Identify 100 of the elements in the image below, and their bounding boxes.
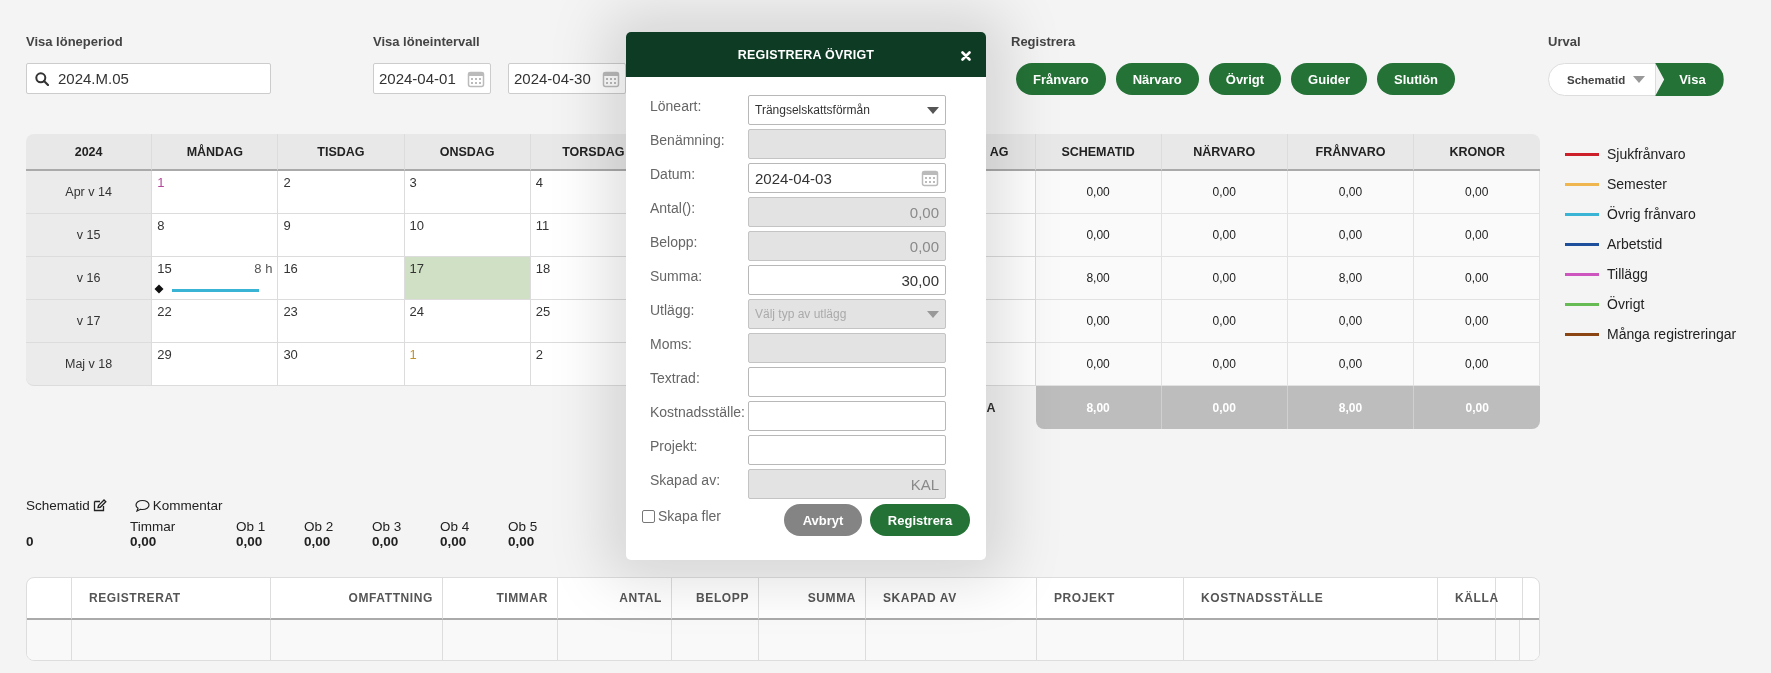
day-cell[interactable]: 15 8 h [152,257,279,300]
column-header: NÄRVARO [1161,134,1288,171]
table-cell: 0,00 [1287,214,1415,257]
week-label: Maj v 18 [26,343,153,386]
stat-label: Ob 3 [372,519,403,534]
input-field[interactable]: 30,00 [748,265,946,295]
day-number: 10 [409,218,425,233]
caret-icon [927,310,939,318]
day-cell[interactable]: 2 [278,171,405,214]
table-cell: 0,00 [1161,300,1288,343]
table-cell: 0,00 [1414,171,1541,214]
selection-dropdown[interactable]: Schematid [1548,63,1657,96]
total-cell: 0,00 [1414,386,1541,429]
register-button[interactable]: Registrera [870,504,970,536]
column-header: ONSDAG [404,134,531,171]
day-number: 17 [409,261,425,276]
section-label: Schematid [26,498,90,513]
legend-label: Semester [1607,176,1667,192]
checkbox-label: Skapa fler [658,508,722,524]
day-cell[interactable]: 24 [404,300,531,343]
register-button[interactable]: Slutlön [1377,63,1456,95]
stat-label: Ob 2 [304,519,335,534]
field-label: Visa löneperiod [26,34,124,48]
day-number: 1 [409,347,417,362]
input-field[interactable] [748,435,946,465]
table-cell: 0,00 [1161,171,1288,214]
legend-label: Sjukfrånvaro [1607,146,1686,162]
checkbox[interactable] [642,509,655,523]
legend-label: Övrigt [1607,296,1645,312]
day-cell[interactable]: 17 [404,257,531,300]
date-field[interactable]: 2024-04-01 [373,63,491,94]
stat-label: Timmar [130,519,177,534]
day-cell[interactable]: 16 [278,257,405,300]
input-field[interactable] [748,401,946,431]
day-cell[interactable]: 23 [278,300,405,343]
day-number: 29 [157,347,172,362]
day-number: 22 [157,304,172,319]
calendar-icon [921,169,939,187]
day-number: 23 [283,304,298,319]
input-field: 0,00 [748,231,946,261]
day-cell[interactable]: 8 [152,214,279,257]
table-cell: 0,00 [1035,343,1162,386]
cancel-button[interactable]: Avbryt [784,504,862,536]
date-field[interactable]: 2024-04-30 [508,63,626,94]
legend-label: Många registreringar [1607,326,1737,342]
diamond-icon [154,284,165,294]
field-label: Skapad av: [650,471,722,490]
week-label: v 17 [26,300,153,343]
day-number: 16 [283,261,298,276]
day-cell[interactable]: 22 [152,300,279,343]
register-button[interactable]: Övrigt [1208,63,1282,95]
table-cell: 0,00 [1161,257,1288,300]
search-icon [35,71,49,86]
total-cell: 0,00 [1161,386,1288,429]
input-field[interactable] [748,367,946,397]
field-label: Löneart: [650,97,703,116]
total-cell: 8,00 [1287,386,1415,429]
day-cell[interactable]: 10 [404,214,531,257]
day-number: 15 [157,261,172,276]
stat-value: 0,00 [236,534,264,549]
show-button[interactable]: Visa [1655,63,1724,96]
register-button[interactable]: Närvaro [1115,63,1199,95]
comment-icon [134,499,150,512]
stat-label: Ob 5 [508,519,539,534]
table-cell: 0,00 [1414,214,1541,257]
day-cell[interactable]: 1 [152,171,279,214]
legend-label: Arbetstid [1607,236,1663,252]
table-cell: 0,00 [1287,300,1415,343]
week-label: Apr v 14 [26,171,153,214]
calendar-icon [467,69,485,88]
hours-label: 8 h [254,261,273,276]
day-cell[interactable]: 30 [278,343,405,386]
comment-link[interactable]: Kommentar [152,498,223,513]
calendar-icon [602,69,620,88]
day-cell[interactable]: 29 [152,343,279,386]
day-number: 3 [409,175,417,190]
register-button[interactable]: Frånvaro [1016,63,1106,95]
stat-value: 0 [26,534,35,549]
table-cell: 8,00 [1287,257,1415,300]
input-field: KAL [748,469,946,499]
section-label: Registrera [1011,34,1077,48]
caret-icon [1633,76,1646,83]
day-cell[interactable]: 3 [404,171,531,214]
field-label: Kostnadsställe: [650,403,746,422]
day-number: 8 [157,218,165,233]
search-field[interactable]: 2024.M.05 [26,63,271,94]
close-icon[interactable] [961,51,971,61]
day-number: 24 [409,304,425,319]
total-cell: 8,00 [1035,386,1162,429]
legend-label: Övrig frånvaro [1607,206,1696,222]
stat-value: 0,00 [508,534,536,549]
register-button[interactable]: Guider [1291,63,1367,95]
day-number: 11 [535,218,550,233]
day-cell[interactable]: 9 [278,214,405,257]
stat-value: 0,00 [372,534,400,549]
table-cell: 0,00 [1287,171,1415,214]
dialog-title: REGISTRERA ÖVRIGT [737,47,875,62]
date-field[interactable]: 2024-04-03 [748,163,946,193]
input-field: 0,00 [748,197,946,227]
dropdown-field[interactable]: Trängselskattsförmån [748,95,946,125]
